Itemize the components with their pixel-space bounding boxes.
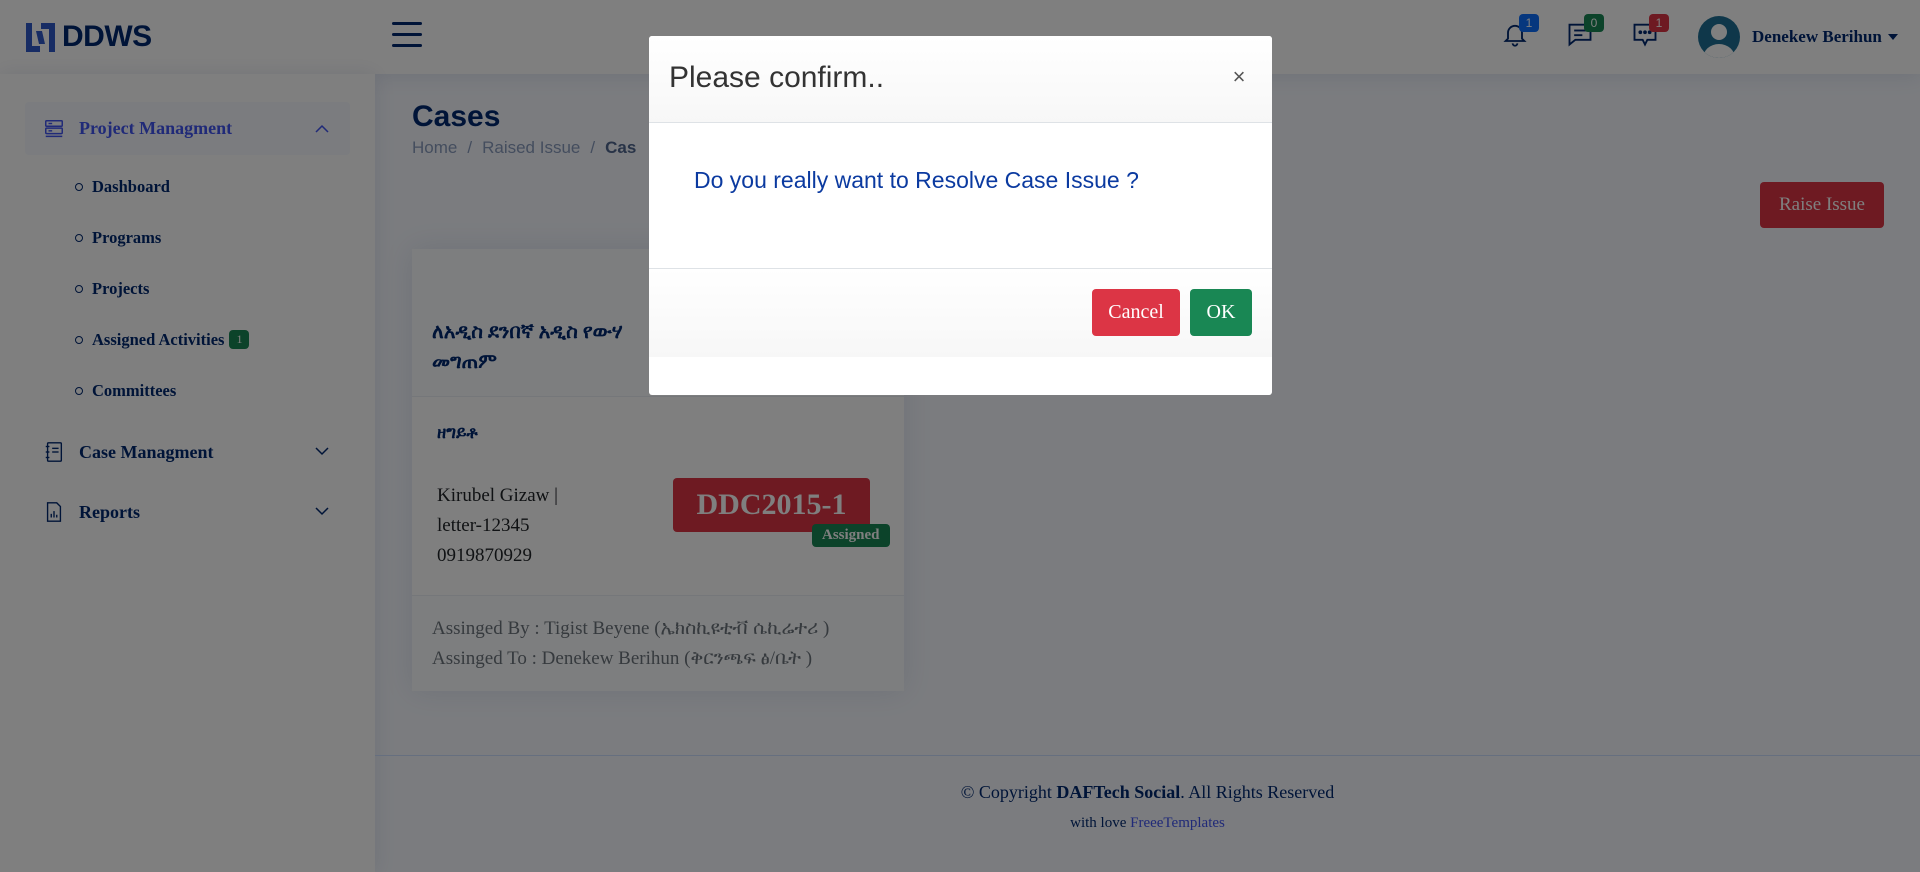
modal-header: Please confirm.. × [649, 36, 1272, 123]
cancel-button[interactable]: Cancel [1092, 289, 1180, 336]
modal-message: Do you really want to Resolve Case Issue… [694, 167, 1139, 193]
modal-title: Please confirm.. [669, 61, 885, 94]
modal-footer: Cancel OK [649, 269, 1272, 357]
close-icon[interactable]: × [1228, 66, 1250, 88]
ok-button[interactable]: OK [1190, 289, 1252, 336]
modal-body: Do you really want to Resolve Case Issue… [649, 123, 1272, 269]
confirm-dialog: Please confirm.. × Do you really want to… [649, 36, 1272, 395]
